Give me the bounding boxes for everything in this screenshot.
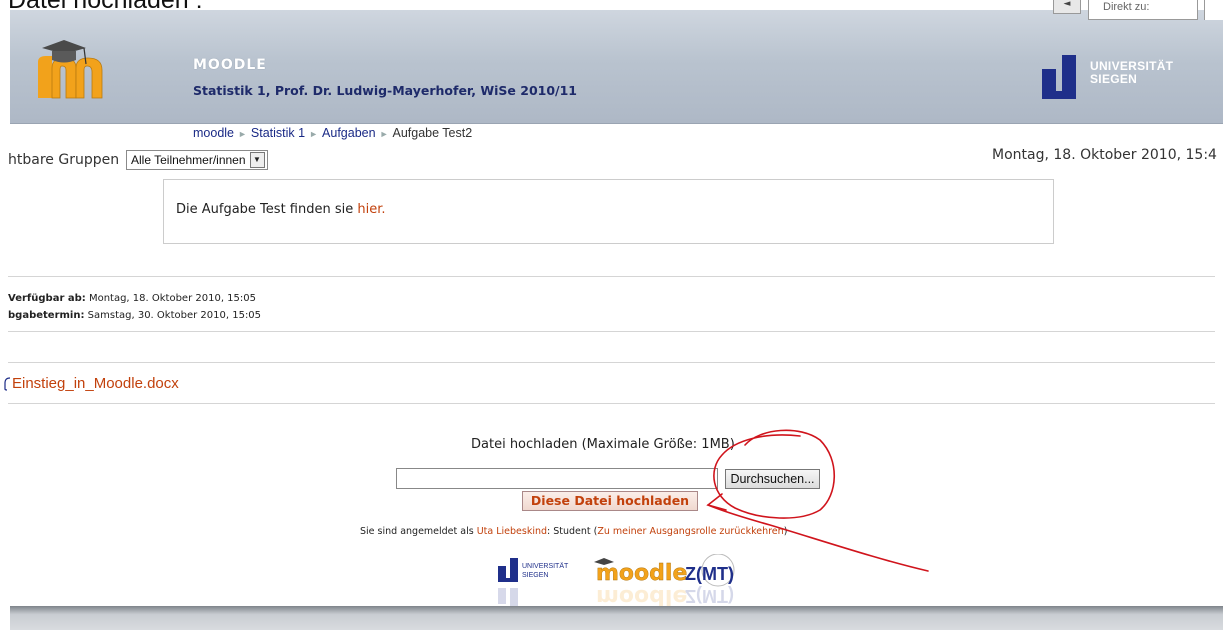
footer-uni-line-2: SIEGEN — [522, 572, 548, 579]
groups-select-value: Alle Teilnehmer/innen — [131, 153, 246, 167]
university-logo-icon — [1042, 55, 1076, 99]
divider — [8, 362, 1215, 363]
divider — [8, 403, 1215, 404]
breadcrumb-course[interactable]: Statistik 1 — [251, 126, 305, 140]
footer-bar — [10, 606, 1223, 630]
due-label: bgabetermin: — [8, 310, 85, 321]
upload-title: Datei hochladen (Maximale Größe: 1MB) — [471, 437, 735, 452]
footer-uni-line-1: UNIVERSITÄT — [522, 562, 569, 570]
moodle-logo-icon — [38, 40, 103, 99]
site-name[interactable]: MOODLE — [193, 57, 267, 73]
breadcrumb-separator-icon: ► — [238, 129, 247, 139]
svg-text:Z(MT): Z(MT) — [685, 586, 734, 606]
course-title[interactable]: Statistik 1, Prof. Dr. Ludwig-Mayerhofer… — [193, 83, 577, 98]
login-prefix: Sie sind angemeldet als — [360, 526, 477, 537]
footer-moodle-logo: moodle — [596, 561, 687, 586]
assignment-dates: Verfügbar ab: Montag, 18. Oktober 2010, … — [8, 290, 261, 324]
footer-university-logo-icon — [498, 558, 518, 582]
attachment-link[interactable]: Einstieg_in_Moodle.docx — [12, 375, 179, 392]
breadcrumb-current: Aufgabe Test2 — [392, 126, 473, 140]
breadcrumb: moodle ► Statistik 1 ► Aufgaben ► Aufgabe Test… — [193, 126, 472, 140]
search-input-edge — [1204, 0, 1223, 20]
breadcrumb-separator-icon: ► — [379, 129, 389, 139]
upload-submit-button[interactable]: Diese Datei hochladen — [522, 491, 698, 511]
login-role: : Student ( — [547, 526, 598, 537]
breadcrumb-assignments[interactable]: Aufgaben — [322, 126, 376, 140]
divider — [8, 276, 1215, 277]
footer-zimt-logo: Z(MT) — [685, 564, 734, 584]
assignment-description: Die Aufgabe Test finden sie hier. — [176, 202, 386, 217]
assignment-description-text: Die Aufgabe Test finden sie — [176, 202, 358, 217]
breadcrumb-moodle[interactable]: moodle — [193, 126, 234, 140]
chevron-down-icon[interactable]: ▼ — [249, 152, 265, 168]
browse-button[interactable]: Durchsuchen... — [725, 469, 820, 489]
search-go-button[interactable]: ◄ — [1053, 0, 1081, 14]
user-profile-link[interactable]: Uta Liebeskind — [477, 526, 547, 537]
assignment-link[interactable]: hier. — [357, 202, 385, 217]
search-input[interactable]: Direkt zu: — [1088, 0, 1198, 20]
due-value: Samstag, 30. Oktober 2010, 15:05 — [87, 310, 262, 321]
annotation-arrowhead — [706, 493, 727, 511]
university-name: UNIVERSITÄT SIEGEN — [1090, 60, 1173, 86]
available-label: Verfügbar ab: — [8, 293, 86, 304]
available-value: Montag, 18. Oktober 2010, 15:05 — [88, 293, 256, 304]
current-datetime: Montag, 18. Oktober 2010, 15:4 — [992, 147, 1217, 163]
university-line-2: SIEGEN — [1090, 72, 1138, 86]
login-info: Sie sind angemeldet als Uta Liebeskind: … — [360, 526, 787, 537]
breadcrumb-separator-icon: ► — [309, 129, 319, 139]
footer-logos: UNIVERSITÄT SIEGEN moodle Z(MT) moodle Z… — [498, 554, 735, 612]
file-icon — [4, 377, 11, 391]
groups-label: htbare Gruppen — [8, 152, 120, 168]
file-path-input[interactable] — [396, 468, 718, 489]
groups-select[interactable]: Alle Teilnehmer/innen ▼ — [126, 150, 268, 170]
divider — [8, 331, 1215, 332]
return-role-link[interactable]: Zu meiner Ausgangsrolle zurückkehren — [597, 526, 783, 537]
login-suffix: ) — [783, 526, 788, 537]
